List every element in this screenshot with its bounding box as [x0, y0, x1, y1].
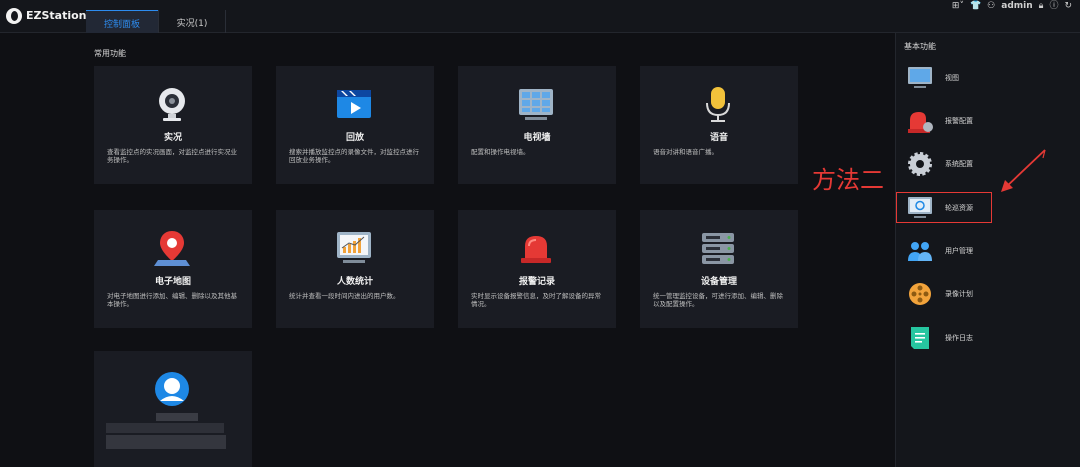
card-title: 回放 — [345, 133, 364, 143]
refresh-icon[interactable]: ↻ — [1064, 1, 1072, 11]
statistics-icon — [337, 232, 371, 263]
sidebar-title: 基本功能 — [904, 42, 936, 51]
user-group-icon[interactable]: ⚇ — [987, 1, 995, 11]
sidebar-item-operation-log[interactable]: 操作日志 — [896, 322, 1080, 354]
annotation-text: 方法二 — [812, 166, 884, 194]
lock-icon[interactable]: 🔒︎ — [1039, 1, 1044, 11]
gear-icon — [908, 152, 932, 176]
sidebar-item-alarm-config[interactable]: 报警配置 — [896, 105, 1080, 137]
card-people-count[interactable]: 人数统计 统计并查看一段时间内进出的用户数。 — [276, 210, 434, 328]
card-e-map[interactable]: 电子地图 对电子地图进行添加、编辑、删除以及其他基本操作。 — [94, 210, 252, 328]
card-desc: 统一管理监控设备，可进行添加、编辑、删除以及配置操作。 — [653, 292, 783, 308]
card-title: 报警记录 — [518, 277, 555, 287]
card-alarm-records[interactable]: 报警记录 实时显示设备报警信息，及时了解设备的异常情况。 — [458, 210, 616, 328]
card-desc: 查看监控点的实况画面，对监控点进行实况业务操作。 — [107, 148, 237, 164]
grid-layout-icon[interactable]: ⊞˅ — [952, 1, 964, 11]
card-title: 设备管理 — [700, 277, 737, 287]
top-bar: EZStation 控制面板 实况(1) ⊞˅ 👕 ⚇ admin 🔒︎ ⓘ ↻ — [0, 0, 1080, 33]
pixelated-desc-line — [106, 435, 226, 449]
shirt-icon[interactable]: 👕 — [970, 1, 981, 11]
tv-wall-icon — [519, 89, 553, 120]
card-face[interactable] — [94, 351, 252, 467]
playback-icon — [337, 90, 371, 118]
top-right-toolbar: ⊞˅ 👕 ⚇ admin 🔒︎ ⓘ ↻ — [952, 0, 1072, 12]
right-sidebar: 基本功能 视图 报警配置 系统配置 轮巡资源 用户管理 录像计划 操作日志 — [895, 33, 1080, 467]
card-desc: 对电子地图进行添加、编辑、删除以及其他基本操作。 — [107, 292, 237, 308]
card-desc: 实时显示设备报警信息，及时了解设备的异常情况。 — [471, 292, 601, 308]
face-icon — [155, 372, 189, 406]
alarm-light-icon — [521, 236, 551, 263]
card-playback[interactable]: 回放 搜索并播放监控点的录像文件，对监控点进行回放业务操作。 — [276, 66, 434, 184]
annotation-arrow-icon — [1001, 149, 1046, 192]
card-desc: 配置和操作电视墙。 — [471, 148, 530, 156]
app-title: EZStation — [26, 9, 87, 22]
tab-control-panel[interactable]: 控制面板 — [86, 10, 158, 33]
microphone-icon — [706, 87, 730, 122]
pixelated-desc-line — [106, 423, 224, 433]
card-title: 人数统计 — [336, 277, 373, 287]
card-desc: 语音对讲和语音广播。 — [653, 148, 718, 156]
sidebar-item-label: 系统配置 — [945, 160, 973, 168]
card-title: 语音 — [709, 133, 728, 143]
highlight-box — [896, 192, 992, 223]
sidebar-item-recording-plan[interactable]: 录像计划 — [896, 278, 1080, 310]
card-device-management[interactable]: 设备管理 统一管理监控设备，可进行添加、编辑、删除以及配置操作。 — [640, 210, 798, 328]
card-title: 电视墙 — [523, 133, 551, 143]
sidebar-item-label: 视图 — [945, 74, 959, 82]
sidebar-item-label: 用户管理 — [945, 247, 973, 255]
alarm-config-icon — [908, 112, 933, 133]
section-title: 常用功能 — [94, 49, 126, 58]
monitor-icon — [908, 67, 932, 88]
map-pin-icon — [154, 231, 190, 266]
logo-icon — [6, 8, 22, 24]
card-live[interactable]: 实况 查看监控点的实况画面，对监控点进行实况业务操作。 — [94, 66, 252, 184]
sidebar-item-system-config[interactable]: 系统配置 — [896, 148, 1080, 180]
card-desc: 统计并查看一段时间内进出的用户数。 — [289, 292, 400, 300]
username[interactable]: admin — [1001, 1, 1032, 11]
film-reel-icon — [909, 283, 931, 305]
card-desc: 搜索并播放监控点的录像文件，对监控点进行回放业务操作。 — [289, 148, 419, 164]
pixelated-title — [156, 413, 198, 421]
sidebar-item-label: 操作日志 — [945, 334, 973, 342]
sidebar-item-view[interactable]: 视图 — [896, 62, 1080, 94]
camera-icon — [159, 88, 185, 121]
card-title: 实况 — [163, 133, 182, 143]
card-voice[interactable]: 语音 语音对讲和语音广播。 — [640, 66, 798, 184]
server-icon — [702, 233, 734, 264]
help-icon[interactable]: ⓘ — [1049, 1, 1058, 11]
card-title: 电子地图 — [154, 277, 191, 287]
users-icon — [908, 242, 932, 261]
card-tv-wall[interactable]: 电视墙 配置和操作电视墙。 — [458, 66, 616, 184]
sidebar-item-user-management[interactable]: 用户管理 — [896, 235, 1080, 267]
log-icon — [911, 327, 929, 349]
tab-live[interactable]: 实况(1) — [158, 10, 226, 33]
sidebar-item-label: 录像计划 — [945, 290, 973, 298]
sidebar-item-label: 报警配置 — [945, 117, 973, 125]
